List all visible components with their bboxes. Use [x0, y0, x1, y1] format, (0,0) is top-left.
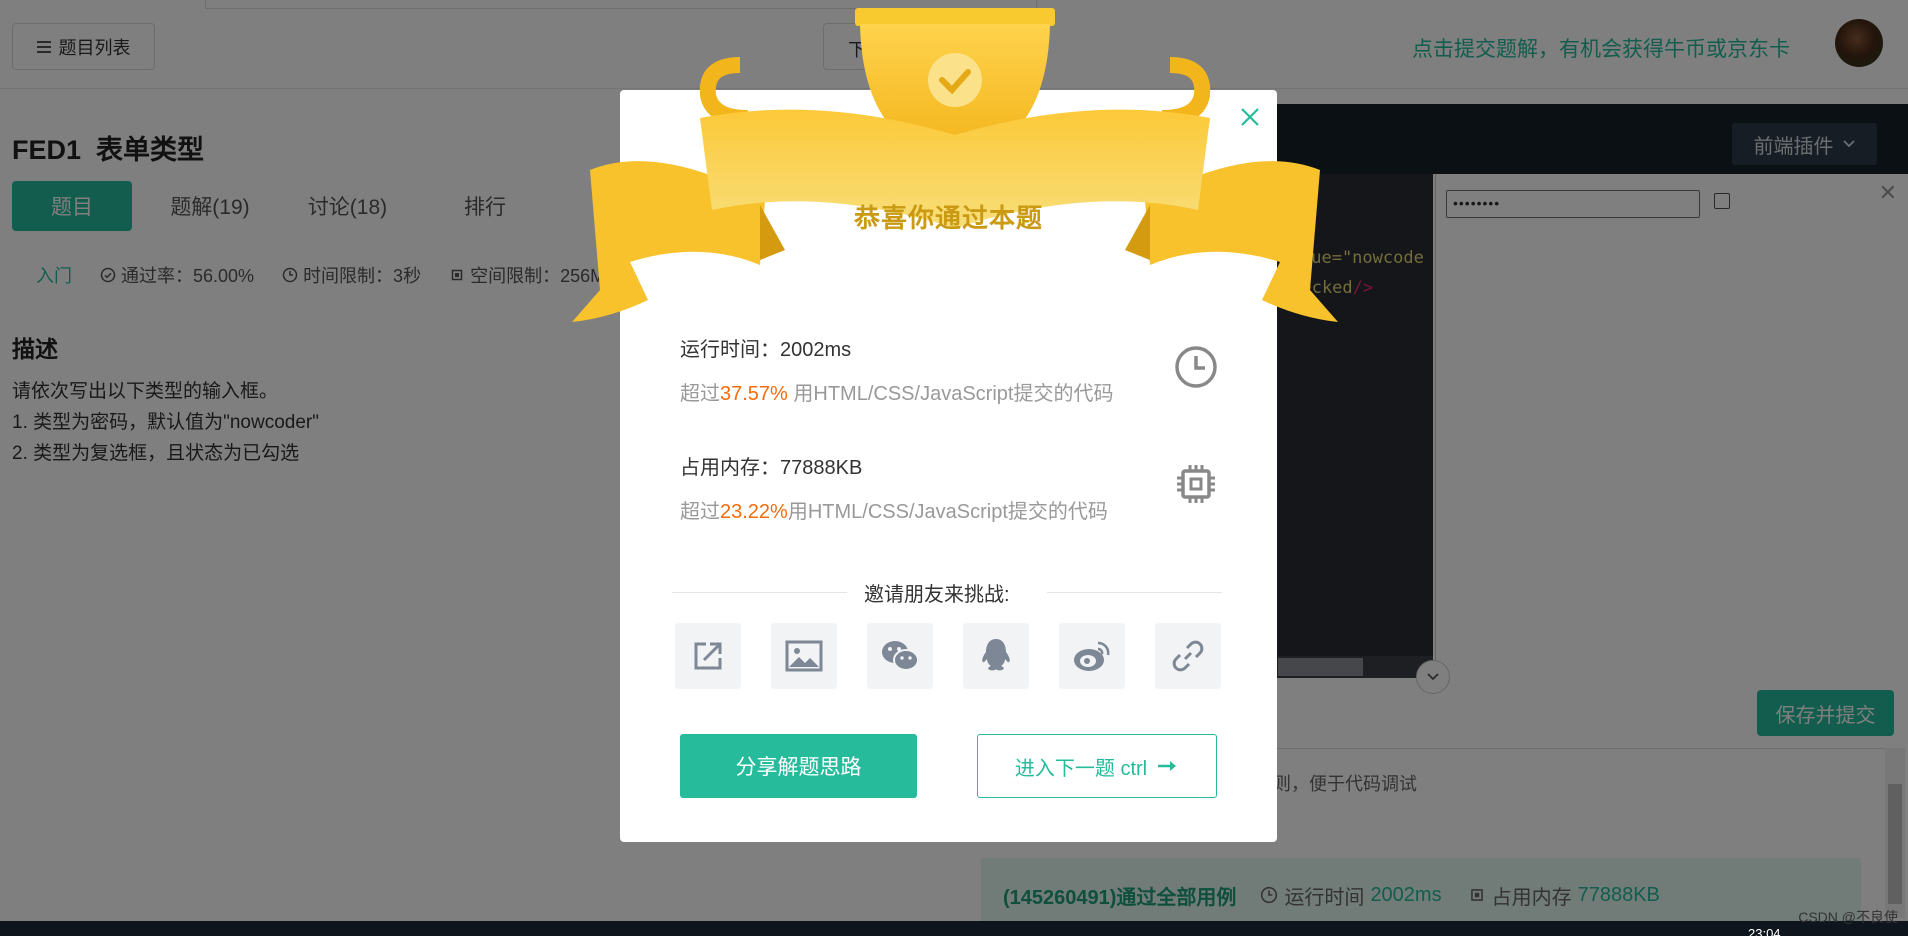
share-out-button[interactable]: [675, 623, 741, 689]
runtime-label: 运行时间：2002ms: [680, 339, 852, 361]
memory-prefix: 超过: [680, 501, 720, 523]
memory-label: 占用内存：77888KB: [680, 457, 863, 479]
chip-icon: [1177, 465, 1215, 503]
runtime-percent: 37.57%: [720, 383, 788, 405]
share-solution-button[interactable]: 分享解题思路: [680, 734, 917, 798]
close-icon[interactable]: [1237, 104, 1263, 130]
memory-percent: 23.22%: [720, 501, 788, 523]
share-out-icon: [694, 642, 722, 670]
memory-suffix: 用HTML/CSS/JavaScript提交的代码: [787, 501, 1108, 523]
share-link-button[interactable]: [1155, 623, 1221, 689]
arrow-right-icon: [1158, 761, 1177, 771]
share-qq-button[interactable]: [963, 623, 1029, 689]
divider: [672, 592, 847, 593]
share-wechat-button[interactable]: [867, 623, 933, 689]
next-problem-button[interactable]: 进入下一题 ctrl: [977, 734, 1217, 798]
watermark: CSDN @不良使: [1798, 909, 1898, 925]
next-problem-label: 进入下一题 ctrl: [1014, 757, 1148, 780]
runtime-suffix: 用HTML/CSS/JavaScript提交的代码: [787, 383, 1114, 405]
clock-icon: [1175, 346, 1217, 388]
qq-icon: [982, 639, 1010, 671]
runtime-prefix: 超过: [680, 383, 720, 405]
memory-compare: 超过23.22%用HTML/CSS/JavaScript提交的代码: [680, 495, 1108, 524]
trophy-ribbon-icon: [572, 8, 1338, 322]
divider: [1047, 592, 1222, 593]
link-icon: [1172, 640, 1204, 672]
weibo-icon: [1074, 641, 1110, 671]
runtime-compare: 超过37.57% 用HTML/CSS/JavaScript提交的代码: [680, 377, 1113, 406]
share-image-button[interactable]: [771, 623, 837, 689]
wechat-icon: [882, 641, 919, 671]
image-icon: [785, 640, 823, 672]
invite-label: 邀请朋友来挑战:: [864, 584, 1010, 606]
taskbar-clock: 23:04: [1748, 926, 1781, 941]
modal-title: 恭喜你通过本题: [853, 203, 1043, 233]
share-weibo-button[interactable]: [1059, 623, 1125, 689]
